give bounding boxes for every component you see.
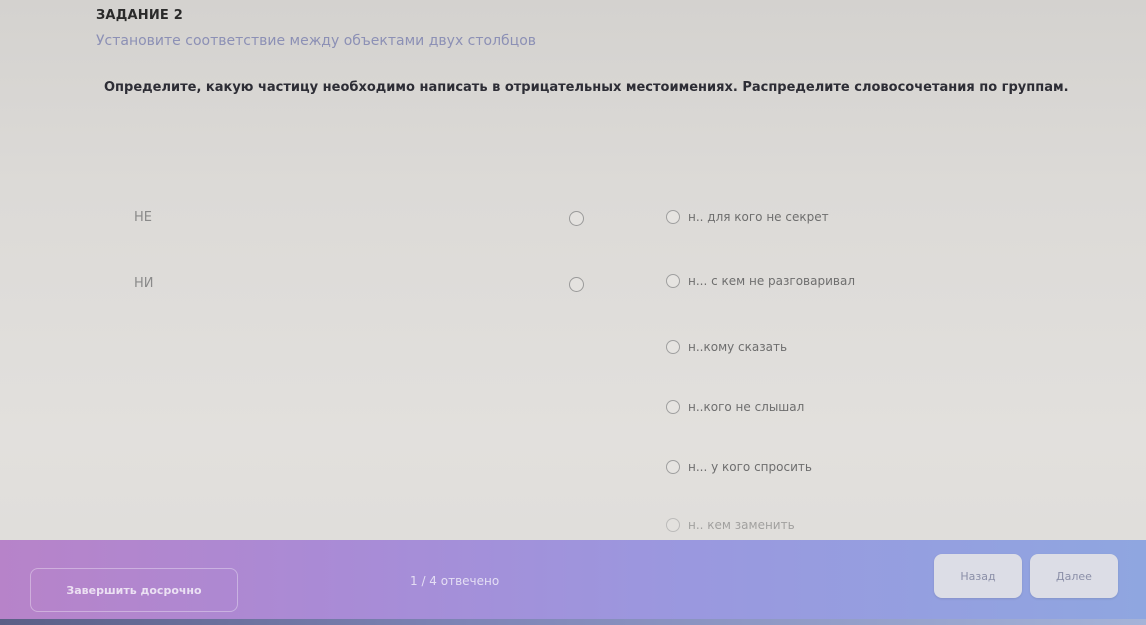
option-text: н... с кем не разговаривал xyxy=(688,274,855,288)
option-item[interactable]: н..кому сказать xyxy=(666,332,787,362)
group-drop-target-icon[interactable] xyxy=(569,211,584,226)
option-item[interactable]: н... с кем не разговаривал xyxy=(666,266,855,296)
finish-early-button[interactable]: Завершить досрочно xyxy=(30,568,238,612)
bottom-strip xyxy=(0,619,1146,625)
group-drop-target-icon[interactable] xyxy=(569,277,584,292)
progress-counter: 1 / 4 отвечено xyxy=(410,574,500,588)
radio-circle-icon[interactable] xyxy=(666,400,680,414)
option-item[interactable]: н..кого не слышал xyxy=(666,392,804,422)
radio-circle-icon[interactable] xyxy=(666,460,680,474)
option-text: н... у кого спросить xyxy=(688,460,812,474)
group-label: НЕ xyxy=(134,210,152,225)
task-instruction: Определите, какую частицу необходимо нап… xyxy=(104,80,1069,95)
task-number: ЗАДАНИЕ 2 xyxy=(96,8,183,23)
task-subtitle: Установите соответствие между объектами … xyxy=(96,33,537,49)
option-item[interactable]: н.. кем заменить xyxy=(666,510,795,540)
option-item[interactable]: н... у кого спросить xyxy=(666,452,812,482)
option-text: н.. для кого не секрет xyxy=(688,210,829,224)
option-item[interactable]: н.. для кого не секрет xyxy=(666,202,829,232)
back-button[interactable]: Назад xyxy=(934,554,1022,598)
option-text: н.. кем заменить xyxy=(688,518,795,532)
task-header: ЗАДАНИЕ 2 Установите соответствие между … xyxy=(96,8,1126,49)
group-row-ni[interactable]: НИ xyxy=(100,268,590,302)
group-label: НИ xyxy=(134,276,154,291)
next-button[interactable]: Далее xyxy=(1030,554,1118,598)
radio-circle-icon[interactable] xyxy=(666,210,680,224)
radio-circle-icon[interactable] xyxy=(666,340,680,354)
group-row-ne[interactable]: НЕ xyxy=(100,202,590,236)
option-text: н..кому сказать xyxy=(688,340,788,354)
radio-circle-icon[interactable] xyxy=(666,518,680,532)
radio-circle-icon[interactable] xyxy=(666,274,680,288)
option-text: н..кого не слышал xyxy=(688,400,805,414)
footer-bar: Завершить досрочно 1 / 4 отвечено Назад … xyxy=(0,540,1146,625)
